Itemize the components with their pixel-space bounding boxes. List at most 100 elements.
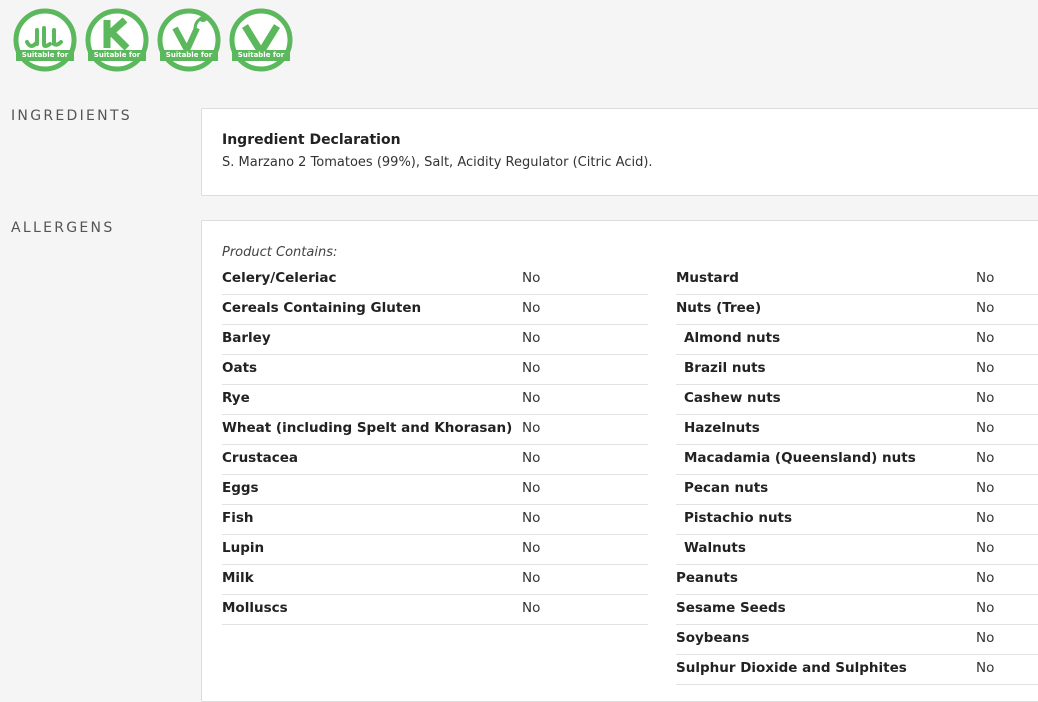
allergen-name: Mustard bbox=[676, 270, 739, 286]
allergen-name: Wheat (including Spelt and Khorasan) bbox=[222, 420, 513, 436]
allergen-row: Peanuts No bbox=[676, 565, 1038, 595]
allergen-value: No bbox=[522, 270, 541, 286]
allergen-value: No bbox=[976, 540, 995, 556]
allergen-row: Walnuts No bbox=[676, 535, 1038, 565]
allergen-name: Pecan nuts bbox=[684, 480, 769, 496]
allergen-name: Walnuts bbox=[684, 540, 746, 556]
allergen-value: No bbox=[522, 570, 541, 586]
allergen-row: Nuts (Tree) No bbox=[676, 295, 1038, 325]
badge-caption: Suitable for bbox=[16, 50, 74, 61]
allergen-row: Brazil nuts No bbox=[676, 355, 1038, 385]
allergen-value: No bbox=[976, 420, 995, 436]
allergen-row: Almond nuts No bbox=[676, 325, 1038, 355]
allergens-heading: ALLERGENS bbox=[11, 220, 115, 236]
allergen-row: Macadamia (Queensland) nuts No bbox=[676, 445, 1038, 475]
allergen-row: Eggs No bbox=[222, 475, 648, 505]
allergen-name: Soybeans bbox=[676, 630, 750, 646]
allergen-value: No bbox=[522, 480, 541, 496]
vegan-badge: Suitable for bbox=[229, 8, 293, 72]
allergen-row: Wheat (including Spelt and Khorasan) No bbox=[222, 415, 648, 445]
allergen-name: Rye bbox=[222, 390, 250, 406]
allergen-value: No bbox=[976, 480, 995, 496]
allergen-name: Molluscs bbox=[222, 600, 288, 616]
allergen-value: No bbox=[522, 420, 541, 436]
allergen-value: No bbox=[976, 570, 995, 586]
allergen-row: Crustacea No bbox=[222, 445, 648, 475]
allergen-value: No bbox=[522, 510, 541, 526]
allergen-value: No bbox=[522, 540, 541, 556]
ingredient-declaration-title: Ingredient Declaration bbox=[222, 132, 401, 148]
ingredients-panel: Ingredient Declaration S. Marzano 2 Toma… bbox=[201, 108, 1038, 196]
allergen-value: No bbox=[522, 390, 541, 406]
kosher-icon bbox=[85, 8, 149, 72]
allergen-row: Milk No bbox=[222, 565, 648, 595]
allergen-name: Celery/Celeriac bbox=[222, 270, 337, 286]
allergen-value: No bbox=[522, 450, 541, 466]
allergen-name: Hazelnuts bbox=[684, 420, 760, 436]
allergen-name: Brazil nuts bbox=[684, 360, 766, 376]
allergen-value: No bbox=[976, 270, 995, 286]
allergen-value: No bbox=[976, 630, 995, 646]
vegetarian-icon bbox=[157, 8, 221, 72]
allergen-row: Soybeans No bbox=[676, 625, 1038, 655]
allergen-row: Cashew nuts No bbox=[676, 385, 1038, 415]
allergen-value: No bbox=[976, 600, 995, 616]
allergen-row: Molluscs No bbox=[222, 595, 648, 625]
allergen-name: Cashew nuts bbox=[684, 390, 781, 406]
allergen-row: Rye No bbox=[222, 385, 648, 415]
allergen-name: Lupin bbox=[222, 540, 265, 556]
allergen-name: Fish bbox=[222, 510, 254, 526]
allergen-name: Sulphur Dioxide and Sulphites bbox=[676, 660, 907, 676]
allergen-value: No bbox=[522, 600, 541, 616]
allergen-row: Oats No bbox=[222, 355, 648, 385]
allergen-row: Barley No bbox=[222, 325, 648, 355]
halal-badge: Suitable for bbox=[13, 8, 77, 72]
allergen-row: Hazelnuts No bbox=[676, 415, 1038, 445]
allergen-name: Crustacea bbox=[222, 450, 299, 466]
halal-icon bbox=[13, 8, 77, 72]
allergen-name: Barley bbox=[222, 330, 271, 346]
allergen-list-left: Celery/Celeriac No Cereals Containing Glut… bbox=[222, 265, 648, 625]
allergen-name: Cereals Containing Gluten bbox=[222, 300, 422, 316]
allergen-name: Nuts (Tree) bbox=[676, 300, 762, 316]
badge-caption: Suitable for bbox=[88, 50, 146, 61]
allergen-value: No bbox=[522, 300, 541, 316]
allergen-row: Pistachio nuts No bbox=[676, 505, 1038, 535]
allergen-row: Pecan nuts No bbox=[676, 475, 1038, 505]
allergen-name: Sesame Seeds bbox=[676, 600, 786, 616]
allergen-value: No bbox=[976, 360, 995, 376]
allergen-list-right: Mustard No Nuts (Tree) No Almond nuts No Brazi… bbox=[676, 265, 1038, 685]
allergen-name: Oats bbox=[222, 360, 258, 376]
allergen-row: Lupin No bbox=[222, 535, 648, 565]
allergen-row: Fish No bbox=[222, 505, 648, 535]
allergen-name: Macadamia (Queensland) nuts bbox=[684, 450, 916, 466]
allergen-name: Peanuts bbox=[676, 570, 738, 586]
allergen-row: Mustard No bbox=[676, 265, 1038, 295]
kosher-badge: Suitable for bbox=[85, 8, 149, 72]
allergen-row: Sulphur Dioxide and Sulphites No bbox=[676, 655, 1038, 685]
badge-caption: Suitable for bbox=[232, 50, 290, 61]
allergen-value: No bbox=[522, 360, 541, 376]
vegetarian-badge: Suitable for bbox=[157, 8, 221, 72]
ingredients-heading: INGREDIENTS bbox=[11, 108, 132, 124]
badge-caption: Suitable for bbox=[160, 50, 218, 61]
allergen-value: No bbox=[976, 390, 995, 406]
vegan-icon bbox=[229, 8, 293, 72]
allergen-value: No bbox=[976, 450, 995, 466]
allergen-name: Eggs bbox=[222, 480, 259, 496]
allergen-row: Sesame Seeds No bbox=[676, 595, 1038, 625]
allergen-value: No bbox=[976, 660, 995, 676]
dietary-badges: Suitable for Suitable for Suitable for S… bbox=[13, 8, 293, 72]
product-contains-label: Product Contains: bbox=[222, 245, 338, 260]
allergen-name: Pistachio nuts bbox=[684, 510, 793, 526]
ingredient-declaration-text: S. Marzano 2 Tomatoes (99%), Salt, Acidi… bbox=[222, 155, 653, 170]
allergen-value: No bbox=[976, 510, 995, 526]
allergen-value: No bbox=[976, 300, 995, 316]
allergen-row: Celery/Celeriac No bbox=[222, 265, 648, 295]
allergens-panel: Product Contains: Celery/Celeriac No Cerea… bbox=[201, 220, 1038, 702]
allergen-value: No bbox=[976, 330, 995, 346]
allergen-row: Cereals Containing Gluten No bbox=[222, 295, 648, 325]
allergen-name: Milk bbox=[222, 570, 254, 586]
allergen-value: No bbox=[522, 330, 541, 346]
allergen-name: Almond nuts bbox=[684, 330, 781, 346]
